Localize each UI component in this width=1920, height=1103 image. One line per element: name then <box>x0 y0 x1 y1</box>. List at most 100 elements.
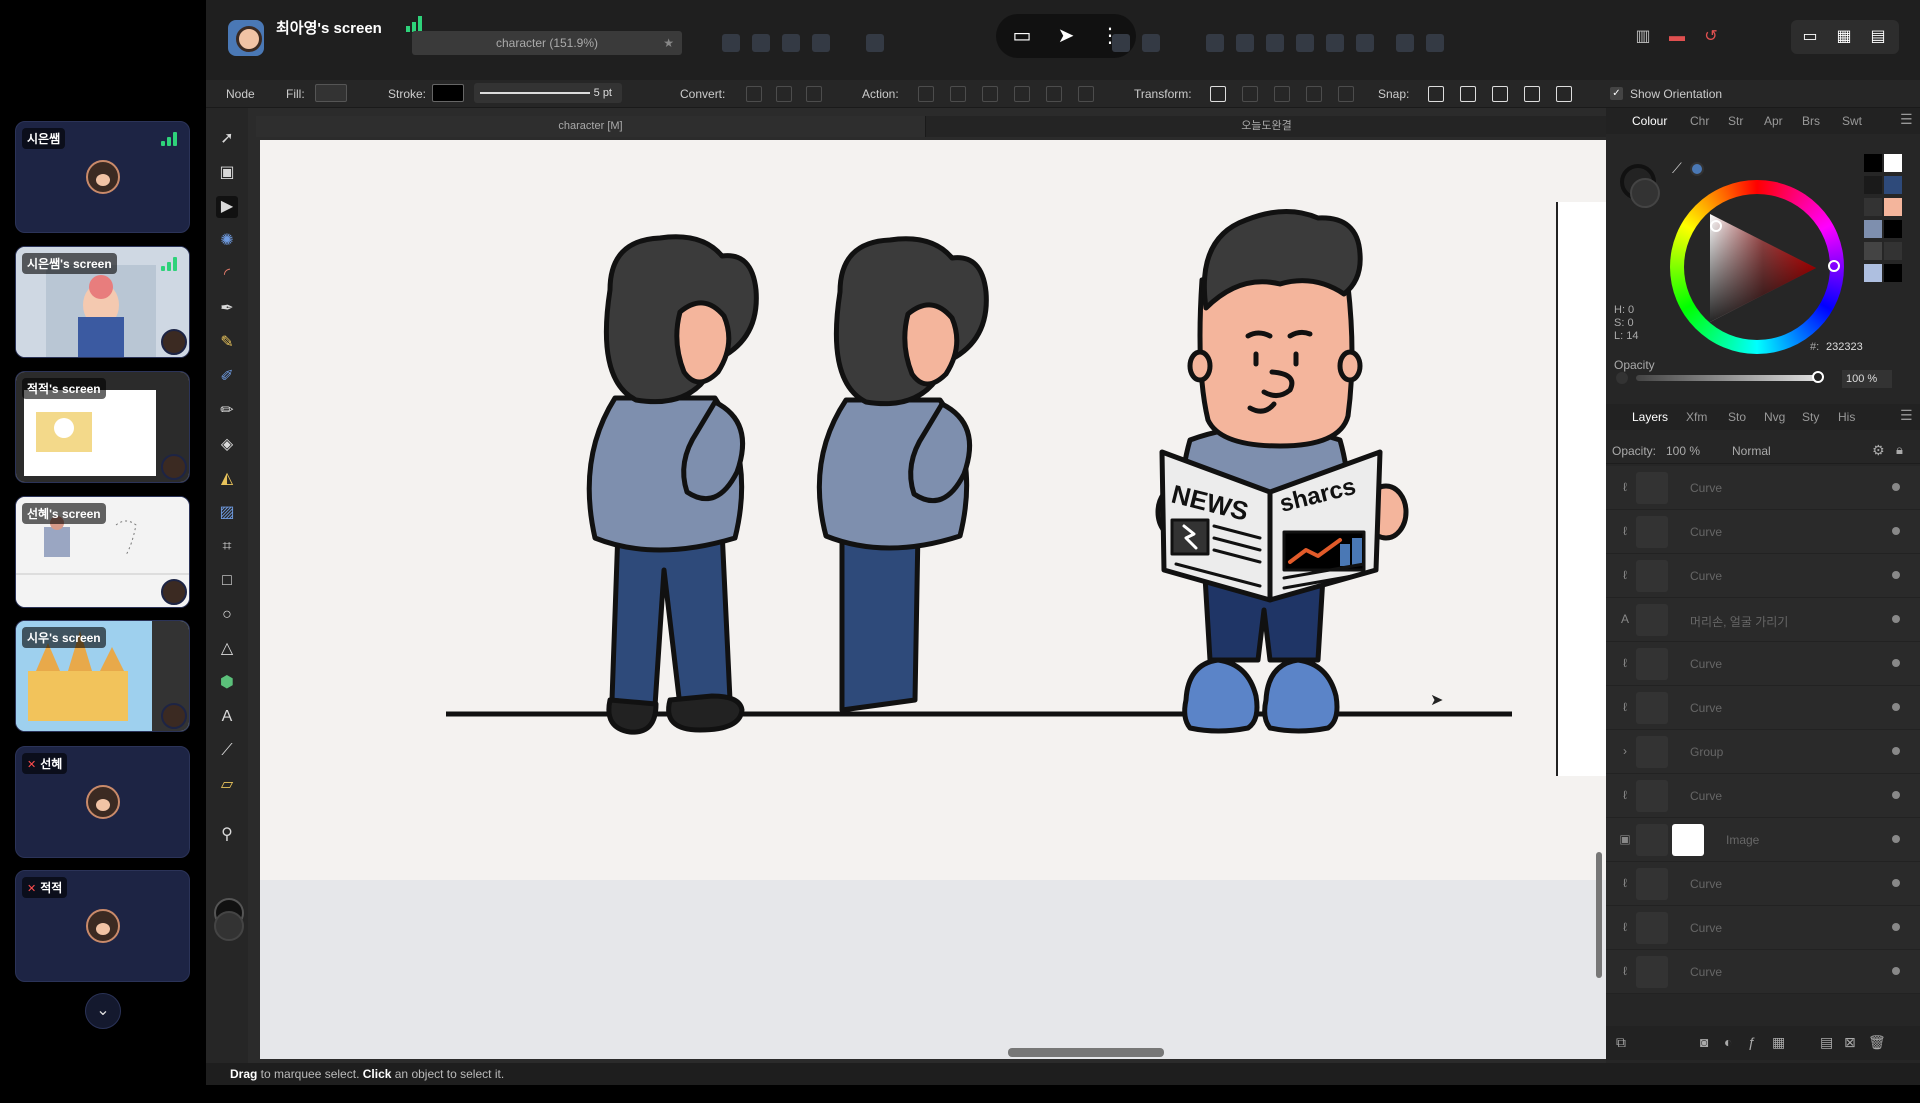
panel-menu-icon[interactable]: ☰ <box>1900 111 1913 128</box>
participant-tile[interactable]: ✕ 선혜 <box>15 746 190 858</box>
ellipse-tool-icon[interactable]: ○ <box>216 604 238 626</box>
colour-swatch[interactable] <box>1864 220 1882 238</box>
layer-row[interactable]: › Group <box>1606 730 1920 774</box>
layer-row[interactable]: A 머리손, 얼굴 가리기 <box>1606 598 1920 642</box>
layer-opacity-field[interactable]: 100 % <box>1666 444 1700 458</box>
shape-tool-icon[interactable]: ⬢ <box>216 672 238 694</box>
no-colour-icon[interactable] <box>1616 372 1628 384</box>
align-icon[interactable] <box>782 34 800 52</box>
vector-brush-icon[interactable]: ✐ <box>216 366 238 388</box>
hue-handle[interactable] <box>1828 260 1840 272</box>
colour-swatch[interactable] <box>1864 264 1882 282</box>
screen-share-tile[interactable]: 시은쌤's screen <box>15 246 190 358</box>
tab-swatches[interactable]: Swt <box>1842 114 1862 128</box>
layer-row[interactable]: ℓ Curve <box>1606 554 1920 598</box>
visibility-icon[interactable] <box>1892 747 1900 755</box>
blend-mode-select[interactable]: Normal <box>1732 444 1771 458</box>
colour-swatch[interactable] <box>1884 264 1902 282</box>
distribute-icon[interactable] <box>1396 34 1414 52</box>
tab-appearance[interactable]: Apr <box>1764 114 1783 128</box>
distribute-icon[interactable] <box>1296 34 1314 52</box>
colour-triangle[interactable] <box>1690 200 1824 334</box>
arrange-icon[interactable] <box>866 34 884 52</box>
smooth-curve-icon[interactable] <box>982 86 998 102</box>
node-tool-icon[interactable]: ▶ <box>216 196 238 218</box>
point-transform-icon[interactable]: ✺ <box>216 230 238 252</box>
paint-brush-icon[interactable]: ✏ <box>216 400 238 422</box>
eyedropper-icon[interactable]: ⟋ <box>216 740 238 762</box>
group-layer-icon[interactable]: › <box>1618 744 1632 758</box>
triangle-tool-icon[interactable]: △ <box>216 638 238 660</box>
distribute-icon[interactable] <box>1356 34 1374 52</box>
layer-row[interactable]: ℓ Curve <box>1606 862 1920 906</box>
reverse-curve-icon[interactable] <box>1046 86 1062 102</box>
visibility-icon[interactable] <box>1892 967 1900 975</box>
fill-tool-icon[interactable]: ◈ <box>216 434 238 456</box>
picked-colour-dot[interactable] <box>1690 162 1704 176</box>
undo-icon[interactable]: ↺ <box>1698 26 1724 48</box>
distribute-icon[interactable] <box>1426 34 1444 52</box>
monitor-icon[interactable]: ▭ <box>1793 20 1827 54</box>
opacity-slider-handle[interactable] <box>1812 371 1824 383</box>
book-icon[interactable]: ▤ <box>1861 20 1895 54</box>
colour-swatch[interactable] <box>1884 242 1902 260</box>
tab-colour[interactable]: Colour <box>1632 114 1667 128</box>
visibility-icon[interactable] <box>1892 703 1900 711</box>
join-curves-icon[interactable] <box>1014 86 1030 102</box>
tab-brushes[interactable]: Brs <box>1802 114 1820 128</box>
colour-swatch[interactable] <box>1864 176 1882 194</box>
transform-origin-icon[interactable] <box>1242 86 1258 102</box>
screen-share-tile[interactable]: 시우's screen <box>15 620 190 732</box>
colour-swatch[interactable] <box>1884 176 1902 194</box>
transform-icon[interactable] <box>1274 86 1290 102</box>
visibility-icon[interactable] <box>1892 483 1900 491</box>
colour-swatch[interactable] <box>1864 154 1882 172</box>
zoom-tool-icon[interactable]: ⚲ <box>216 824 238 846</box>
distribute-icon[interactable] <box>1206 34 1224 52</box>
participant-tile[interactable]: 시은쌤 <box>15 121 190 233</box>
assistant-icon[interactable]: ▬ <box>1664 26 1690 48</box>
horizontal-scrollbar[interactable] <box>1008 1048 1164 1057</box>
convert-smart-icon[interactable] <box>806 86 822 102</box>
layer-row[interactable]: ℓ Curve <box>1606 466 1920 510</box>
eyedropper-icon[interactable]: ⟋ <box>1672 160 1682 177</box>
fx-icon[interactable]: ƒ <box>1748 1034 1756 1050</box>
layer-options-icon[interactable]: ⧉ <box>1616 1034 1626 1051</box>
add-pixel-layer-icon[interactable]: ▦ <box>1772 1034 1785 1051</box>
colour-swatch[interactable] <box>1884 154 1902 172</box>
colour-swatch[interactable] <box>1884 220 1902 238</box>
opacity-field[interactable]: 100 % <box>1842 370 1892 388</box>
snap-icon[interactable] <box>1524 86 1540 102</box>
opacity-slider[interactable] <box>1636 375 1816 381</box>
chevron-down-icon[interactable]: ⌄ <box>85 993 121 1029</box>
tab-character[interactable]: Chr <box>1690 114 1709 128</box>
rectangle-tool-icon[interactable]: □ <box>216 570 238 592</box>
visibility-icon[interactable] <box>1892 527 1900 535</box>
tab-stock[interactable]: Sto <box>1728 410 1746 424</box>
break-curve-icon[interactable] <box>918 86 934 102</box>
pen-tool-icon[interactable]: ✒ <box>216 298 238 320</box>
distribute-icon[interactable] <box>1326 34 1344 52</box>
trash-icon[interactable]: 🗑︎ <box>1868 1034 1886 1051</box>
tab-stroke[interactable]: Str <box>1728 114 1743 128</box>
fill-swatch[interactable] <box>315 84 347 102</box>
transform-icon[interactable] <box>1306 86 1322 102</box>
fill-colour-circle[interactable] <box>1630 178 1660 208</box>
layer-row[interactable]: ℓ Curve <box>1606 774 1920 818</box>
add-layer-icon[interactable]: ▤ <box>1820 1034 1833 1051</box>
pointer-icon[interactable]: ➤ <box>1044 14 1088 58</box>
panel-menu-icon[interactable]: ☰ <box>1900 407 1913 424</box>
colour-swatch[interactable] <box>1884 198 1902 216</box>
add-group-icon[interactable]: ⊠ <box>1844 1034 1856 1051</box>
transparency-tool-icon[interactable]: ◭ <box>216 468 238 490</box>
corner-tool-icon[interactable]: ◜ <box>216 264 238 286</box>
align-icon[interactable] <box>812 34 830 52</box>
align-icon[interactable] <box>1142 34 1160 52</box>
tab-layers[interactable]: Layers <box>1632 410 1668 424</box>
crop-tool-icon[interactable]: ⌗ <box>216 536 238 558</box>
visibility-icon[interactable] <box>1892 923 1900 931</box>
mask-icon[interactable]: ◙ <box>1700 1034 1708 1050</box>
reverse-curve-icon[interactable] <box>1078 86 1094 102</box>
transform-mode-icon[interactable] <box>1210 86 1226 102</box>
layer-row[interactable]: ℓ Curve <box>1606 686 1920 730</box>
